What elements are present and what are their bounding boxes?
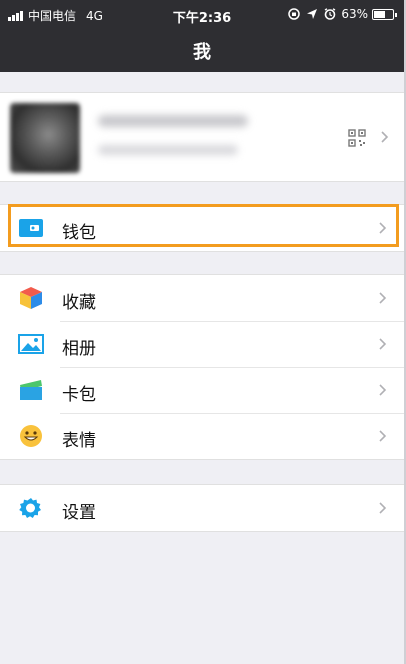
battery-percent: 63% [341,7,368,21]
qr-code-icon[interactable] [348,129,366,147]
card-wallet-icon [20,380,42,400]
status-right: 63% [287,7,397,21]
menu-item-label: 表情 [62,431,96,451]
menu-item-album[interactable]: 相册 [0,321,404,367]
menu-item-label: 相册 [62,339,96,359]
menu-item-settings[interactable]: 设置 [0,485,404,531]
chevron-right-icon [379,338,387,350]
page-title: 我 [193,42,211,63]
status-bar: 中国电信 4G 下午2:36 63% [0,0,404,30]
menu-item-card-wallet[interactable]: 卡包 [0,367,404,413]
battery-icon [372,8,397,20]
menu-item-emoji[interactable]: 表情 [0,413,404,459]
album-icon [18,334,44,354]
menu-item-label: 收藏 [62,293,96,313]
chevron-right-icon [379,222,387,234]
chevron-right-icon [379,502,387,514]
profile-id-blurred [98,145,238,155]
wallet-group: 钱包 [0,204,404,252]
menu-item-label: 钱包 [62,223,96,243]
chevron-right-icon [379,430,387,442]
alarm-icon [324,8,336,20]
chevron-right-icon [379,384,387,396]
menu-item-favorites[interactable]: 收藏 [0,275,404,321]
emoji-icon [20,425,42,447]
menu-item-label: 设置 [62,503,96,523]
gear-icon [19,498,41,518]
phone-screen: 中国电信 4G 下午2:36 63% 我 钱包 收藏 相册 卡包 表情 设置 [0,0,406,664]
location-icon [307,9,318,19]
settings-group: 设置 [0,484,404,532]
features-group: 收藏 相册 卡包 表情 [0,274,404,460]
wallet-icon [19,219,43,237]
profile-name-blurred [98,115,248,127]
profile-card[interactable] [0,92,404,182]
menu-item-wallet[interactable]: 钱包 [0,205,404,251]
chevron-right-icon [379,292,387,304]
top-bar: 中国电信 4G 下午2:36 63% 我 [0,0,404,72]
chevron-right-icon [381,131,389,143]
avatar [10,103,80,173]
rotation-lock-icon [288,8,301,20]
favorites-cube-icon [20,287,42,309]
menu-item-label: 卡包 [62,385,96,405]
